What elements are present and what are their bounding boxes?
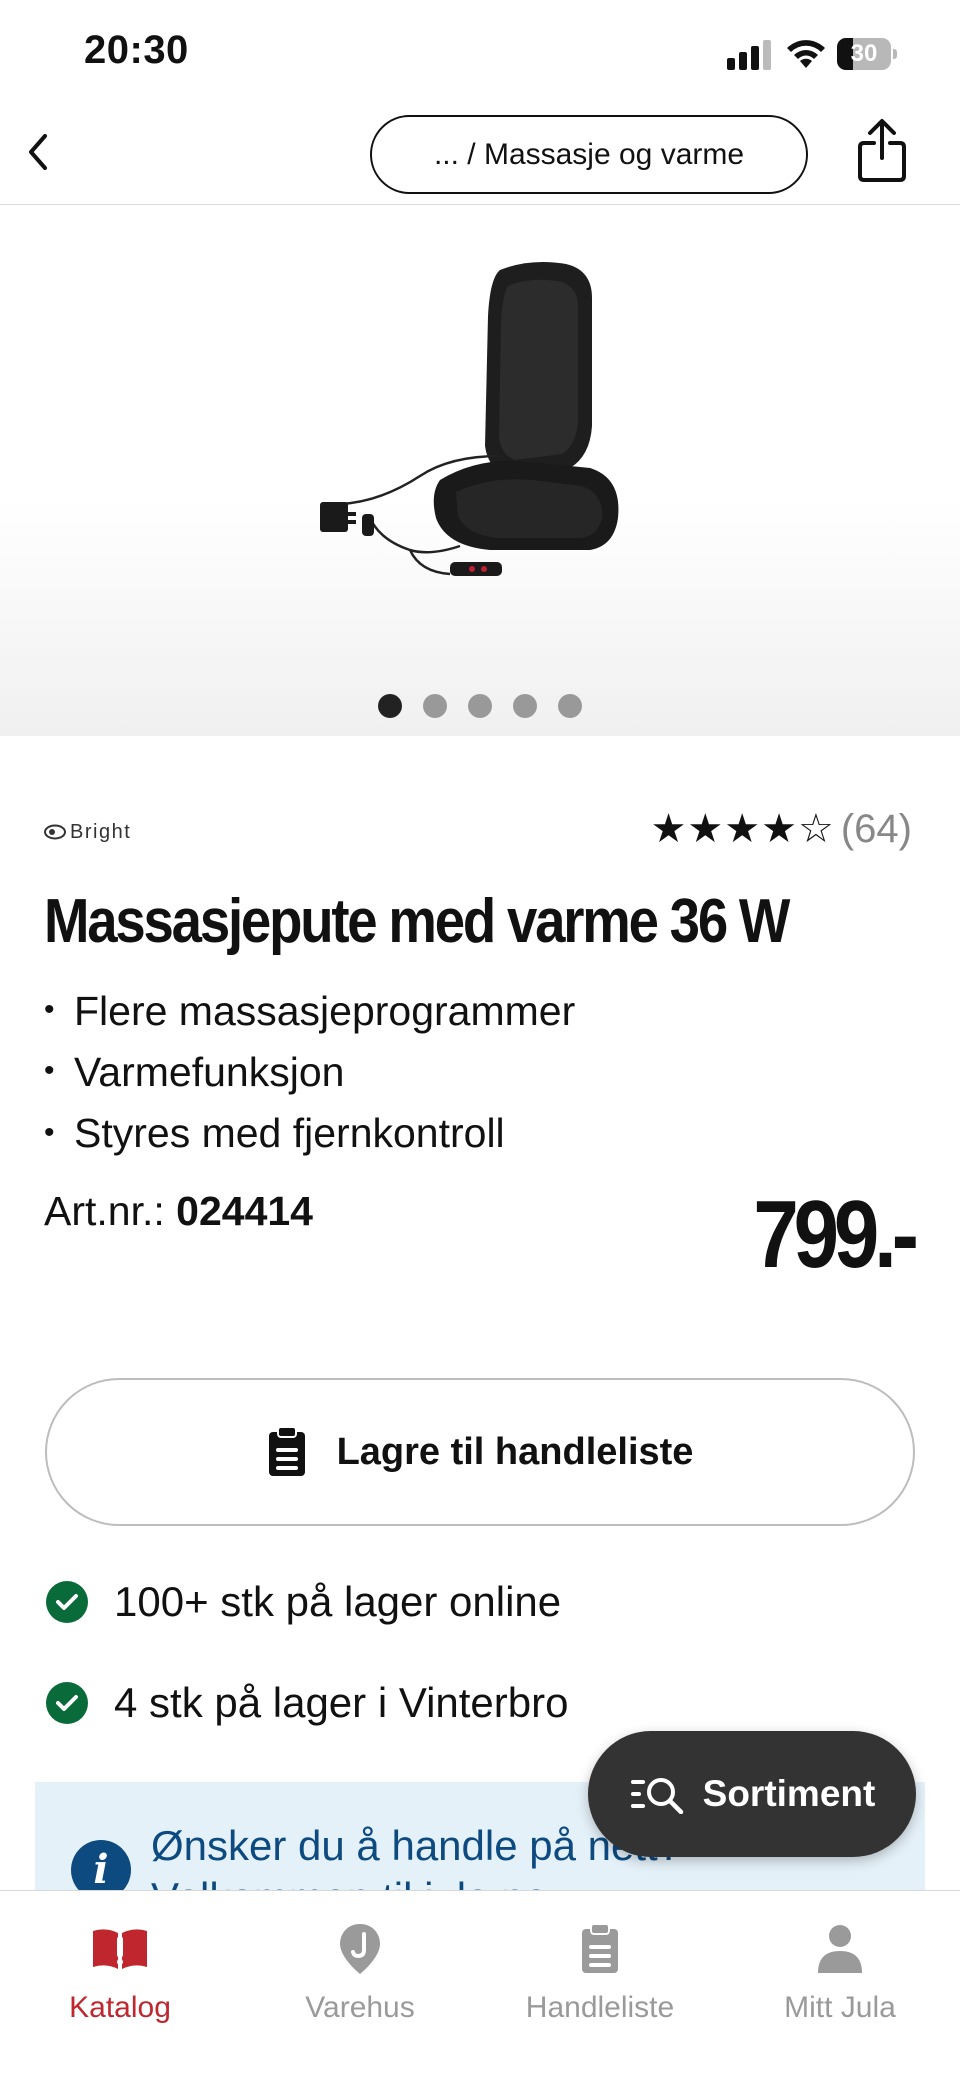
wifi-icon [787,40,825,68]
clipboard-icon [582,1923,618,1973]
highlight-item: Flere massasjeprogrammer [44,982,575,1043]
status-time: 20:30 [84,28,189,72]
cellular-signal-icon [727,40,771,70]
gallery-dot[interactable] [423,694,447,718]
product-image [320,262,619,576]
battery-level: 30 [850,40,878,67]
review-count: (64) [840,806,912,851]
gallery-dot[interactable] [558,694,582,718]
rating-stars: ★★★★☆ [650,806,835,852]
product-title: Massasjepute med varme 36 W [44,887,790,956]
brand-mark-icon [44,824,66,840]
gallery-pagination[interactable] [0,694,960,718]
article-number-label: Art.nr.: [44,1188,165,1234]
check-circle-icon [46,1581,88,1623]
assortment-label: Sortiment [702,1773,876,1814]
stock-store[interactable]: 4 stk på lager i Vinterbro [46,1679,568,1727]
gallery-dot[interactable] [378,694,402,718]
tab-katalog[interactable]: Katalog [0,1921,240,2041]
info-icon: i [71,1840,131,1892]
tab-label: Mitt Jula [784,1991,896,2024]
tab-label: Varehus [305,1991,415,2024]
product-highlights: Flere massasjeprogrammer Varmefunksjon S… [44,982,575,1166]
brand-name: Bright [70,820,132,843]
assortment-button[interactable]: Sortiment [588,1731,916,1857]
book-icon [93,1929,147,1969]
stock-online-text: 100+ stk på lager online [114,1578,562,1625]
list-search-icon [630,1778,683,1814]
share-button[interactable] [852,116,912,186]
stock-store-text: 4 stk på lager i Vinterbro [114,1679,569,1726]
status-bar: 20:30 30 [0,0,960,100]
product-gallery[interactable] [0,206,960,736]
tab-label: Katalog [69,1991,171,2024]
map-pin-icon [340,1924,380,1974]
tab-varehus[interactable]: Varehus [240,1921,480,2041]
brand-logo: Bright [44,818,131,846]
gallery-dot[interactable] [468,694,492,718]
save-to-list-label: Lagre til handleliste [336,1430,694,1473]
back-button[interactable] [18,124,58,180]
battery-icon: 30 [837,38,897,70]
bottom-tab-bar: Katalog Varehus Handleliste Mitt Jula [0,1890,960,2077]
product-rating[interactable]: ★★★★☆ (64) [651,806,912,852]
check-circle-icon [46,1682,88,1724]
highlight-item: Styres med fjernkontroll [44,1104,575,1165]
breadcrumb[interactable]: ... / Massasje og varme [370,115,808,194]
article-number-value: 024414 [176,1188,313,1234]
top-navigation: ... / Massasje og varme [0,100,960,205]
tab-mitt-jula[interactable]: Mitt Jula [720,1921,960,2041]
highlight-item: Varmefunksjon [44,1043,575,1104]
product-price: 799.- [753,1181,920,1288]
share-icon [858,119,906,182]
tab-handleliste[interactable]: Handleliste [480,1921,720,2041]
article-number: Art.nr.: 024414 [44,1188,313,1235]
clipboard-icon [268,1426,305,1476]
stock-online: 100+ stk på lager online [46,1578,561,1626]
chevron-left-icon [29,134,47,170]
gallery-dot[interactable] [513,694,537,718]
save-to-list-button[interactable]: Lagre til handleliste [45,1378,915,1526]
info-banner-line2: Velkommen til jula.no [151,1872,681,1892]
tab-label: Handleliste [525,1991,675,2024]
person-icon [818,1925,862,1973]
